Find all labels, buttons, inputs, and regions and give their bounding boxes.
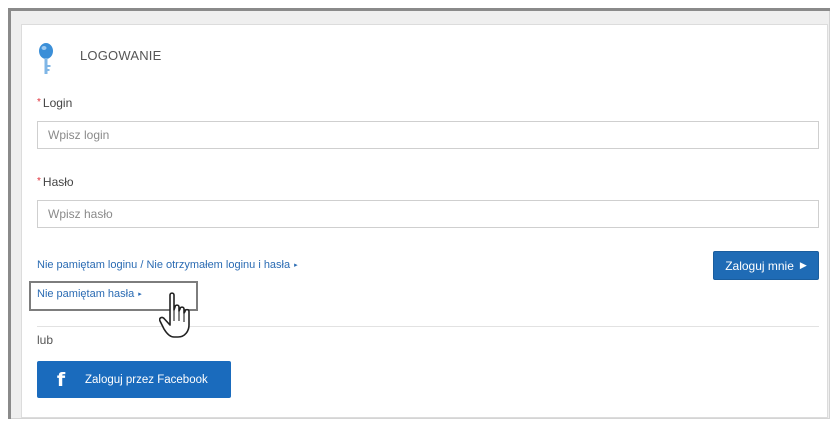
arrow-right-icon: ▸ [138,291,142,298]
login-label-text: Login [42,96,73,110]
login-input[interactable] [37,121,819,149]
password-label: * Hasło [37,175,74,189]
facebook-button-label: Zaloguj przez Facebook [85,373,208,386]
hand-cursor-icon [159,292,190,338]
required-mark: * [37,97,41,108]
facebook-login-button[interactable]: f Zaloguj przez Facebook [37,361,231,398]
forgot-password-link[interactable]: Nie pamiętam hasła ▸ [37,288,142,300]
separator-text: lub [37,333,54,347]
forgot-password-label: Nie pamiętam hasła [37,288,135,300]
login-button-label: Zaloguj mnie [725,258,794,273]
facebook-icon: f [56,368,66,391]
required-mark: * [37,176,41,187]
page-title: LOGOWANIE [80,48,162,63]
forgot-login-label: Nie pamiętam loginu / Nie otrzymałem log… [37,259,291,271]
login-label: * Login [37,96,72,110]
login-button[interactable]: Zaloguj mnie ▶ [713,251,819,280]
password-label-text: Hasło [42,175,74,189]
play-arrow-icon: ▶ [799,260,807,270]
password-input[interactable] [37,200,819,228]
divider [37,326,819,327]
arrow-right-icon: ▸ [294,262,298,269]
frame-shadow-left [8,8,11,419]
forgot-login-link[interactable]: Nie pamiętam loginu / Nie otrzymałem log… [37,259,298,271]
key-icon [39,43,53,74]
frame-shadow-top [8,8,830,11]
